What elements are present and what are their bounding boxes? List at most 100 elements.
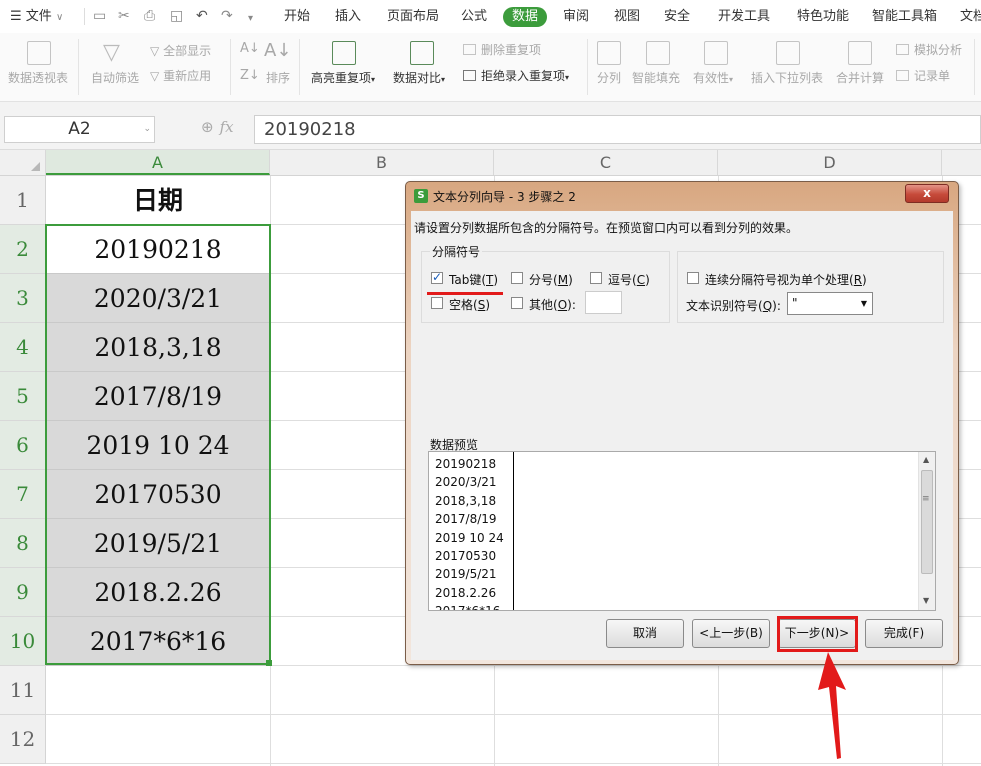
preview-line: 2019 10 24	[435, 530, 504, 545]
tab-developer[interactable]: 开发工具	[718, 9, 770, 25]
preview-scrollbar[interactable]: ▲ ≡ ▼	[918, 452, 935, 610]
row-header-12[interactable]: 12	[0, 715, 46, 764]
other-option-label[interactable]: 其他(O):	[529, 296, 576, 313]
fill-handle[interactable]	[266, 660, 272, 666]
sort-button[interactable]: 排序	[266, 71, 290, 85]
space-option-label[interactable]: 空格(S)	[449, 296, 490, 313]
tab-formulas[interactable]: 公式	[461, 9, 487, 25]
tab-smart-toolbox[interactable]: 智能工具箱	[872, 9, 937, 25]
tab-page-layout[interactable]: 页面布局	[387, 9, 439, 25]
redo-icon[interactable]: ↷	[221, 9, 233, 24]
formula-input[interactable]: 20190218	[254, 115, 981, 144]
smart-fill-icon	[646, 41, 670, 65]
column-break-line[interactable]	[513, 452, 514, 610]
print-preview-icon[interactable]: ◱	[170, 9, 183, 24]
scroll-thumb[interactable]	[921, 470, 933, 574]
validity-button[interactable]: 有效性▾	[693, 71, 733, 87]
smart-fill-button[interactable]: 智能填充	[632, 71, 680, 85]
tab-insert[interactable]: 插入	[335, 9, 361, 25]
column-header-b[interactable]: B	[270, 150, 494, 175]
consolidate-icon	[848, 41, 872, 65]
cell-a4[interactable]: 2018,3,18	[46, 323, 270, 372]
row-header-6[interactable]: 6	[0, 421, 46, 470]
cell-a8[interactable]: 2019/5/21	[46, 519, 270, 568]
remove-duplicates-button[interactable]: 删除重复项	[481, 43, 541, 57]
tab-review[interactable]: 审阅	[563, 9, 589, 25]
data-preview-panel[interactable]: 20190218 2020/3/21 2018,3,18 2017/8/19 2…	[428, 451, 936, 611]
cell-a1-header[interactable]: 日期	[46, 176, 270, 225]
column-header-c[interactable]: C	[494, 150, 718, 175]
tab-option-label[interactable]: Tab键(T)	[449, 271, 498, 288]
tab-security[interactable]: 安全	[664, 9, 690, 25]
print-icon[interactable]: ⎙	[144, 9, 155, 24]
what-if-button[interactable]: 模拟分析	[914, 43, 962, 57]
consecutive-option-label[interactable]: 连续分隔符号视为单个处理(R)	[705, 271, 867, 288]
column-header-a[interactable]: A	[46, 150, 270, 175]
name-box[interactable]: A2 ⌄	[4, 116, 155, 143]
sort-asc-icon[interactable]: A↓	[240, 42, 260, 56]
consecutive-checkbox[interactable]	[687, 272, 699, 284]
consolidate-button[interactable]: 合并计算	[836, 71, 884, 85]
file-menu[interactable]: ☰ 文件 ∨	[10, 9, 63, 26]
tab-data[interactable]: 数据	[503, 7, 547, 27]
cell-a2-active[interactable]: 20190218	[46, 225, 270, 274]
other-checkbox[interactable]	[511, 297, 523, 309]
tab-special[interactable]: 特色功能	[797, 9, 849, 25]
finish-button[interactable]: 完成(F)	[865, 619, 943, 648]
tab-home[interactable]: 开始	[284, 9, 310, 25]
row-header-5[interactable]: 5	[0, 372, 46, 421]
row-header-7[interactable]: 7	[0, 470, 46, 519]
semicolon-checkbox[interactable]	[511, 272, 523, 284]
cell-a10[interactable]: 2017*6*16	[46, 617, 270, 666]
fx-icon[interactable]: fx	[220, 118, 234, 136]
column-header-d[interactable]: D	[718, 150, 942, 175]
row-header-10[interactable]: 10	[0, 617, 46, 666]
comma-option-label[interactable]: 逗号(C)	[608, 271, 650, 288]
row-header-2[interactable]: 2	[0, 225, 46, 274]
row-header-4[interactable]: 4	[0, 323, 46, 372]
reapply-button[interactable]: ▽ 重新应用	[150, 69, 211, 83]
undo-icon[interactable]: ↶	[196, 9, 208, 24]
row-header-9[interactable]: 9	[0, 568, 46, 617]
scroll-down-icon[interactable]: ▼	[923, 596, 929, 605]
data-compare-button[interactable]: 数据对比▾	[393, 71, 445, 87]
preview-line: 2020/3/21	[435, 475, 497, 490]
zoom-icon[interactable]: ⊕	[201, 118, 214, 136]
preview-line: 2018,3,18	[435, 493, 497, 508]
highlight-duplicates-button[interactable]: 高亮重复项▾	[311, 71, 375, 87]
close-button[interactable]: x	[905, 184, 949, 203]
cell-a6[interactable]: 2019 10 24	[46, 421, 270, 470]
back-button[interactable]: <上一步(B)	[692, 619, 770, 648]
semicolon-option-label[interactable]: 分号(M)	[529, 271, 573, 288]
insert-dropdown-button[interactable]: 插入下拉列表	[751, 71, 823, 85]
record-sheet-button[interactable]: 记录单	[914, 69, 950, 83]
tab-view[interactable]: 视图	[614, 9, 640, 25]
autofilter-button[interactable]: 自动筛选	[91, 71, 139, 85]
ribbon: 数据透视表 ▽ 自动筛选 ▽ 全部显示 ▽ 重新应用 A↓ Z↓ A↓ 排序 高…	[0, 33, 981, 101]
reject-duplicates-button[interactable]: 拒绝录入重复项▾	[481, 69, 569, 85]
tab-checkbox[interactable]	[431, 270, 443, 284]
cancel-button[interactable]: 取消	[606, 619, 684, 648]
row-header-11[interactable]: 11	[0, 666, 46, 715]
row-header-1[interactable]: 1	[0, 176, 46, 225]
space-checkbox[interactable]	[431, 297, 443, 309]
cell-a7[interactable]: 20170530	[46, 470, 270, 519]
show-all-button[interactable]: ▽ 全部显示	[150, 44, 211, 58]
cell-a9[interactable]: 2018.2.26	[46, 568, 270, 617]
tab-document[interactable]: 文档	[960, 9, 981, 25]
sort-desc-icon[interactable]: Z↓	[240, 69, 260, 83]
text-qualifier-select[interactable]: " ▼	[787, 292, 873, 315]
scroll-up-icon[interactable]: ▲	[923, 455, 929, 464]
other-delimiter-input[interactable]	[585, 291, 622, 314]
select-all-corner[interactable]	[0, 150, 46, 175]
row-header-3[interactable]: 3	[0, 274, 46, 323]
split-button[interactable]: 分列	[597, 71, 621, 85]
customize-icon[interactable]: ▾	[248, 11, 253, 26]
cell-a5[interactable]: 2017/8/19	[46, 372, 270, 421]
pivot-table-button[interactable]: 数据透视表	[8, 71, 68, 85]
save-icon[interactable]: ▭	[93, 9, 106, 24]
row-header-8[interactable]: 8	[0, 519, 46, 568]
format-painter-icon[interactable]: ✂	[118, 9, 130, 24]
comma-checkbox[interactable]	[590, 272, 602, 284]
cell-a3[interactable]: 2020/3/21	[46, 274, 270, 323]
